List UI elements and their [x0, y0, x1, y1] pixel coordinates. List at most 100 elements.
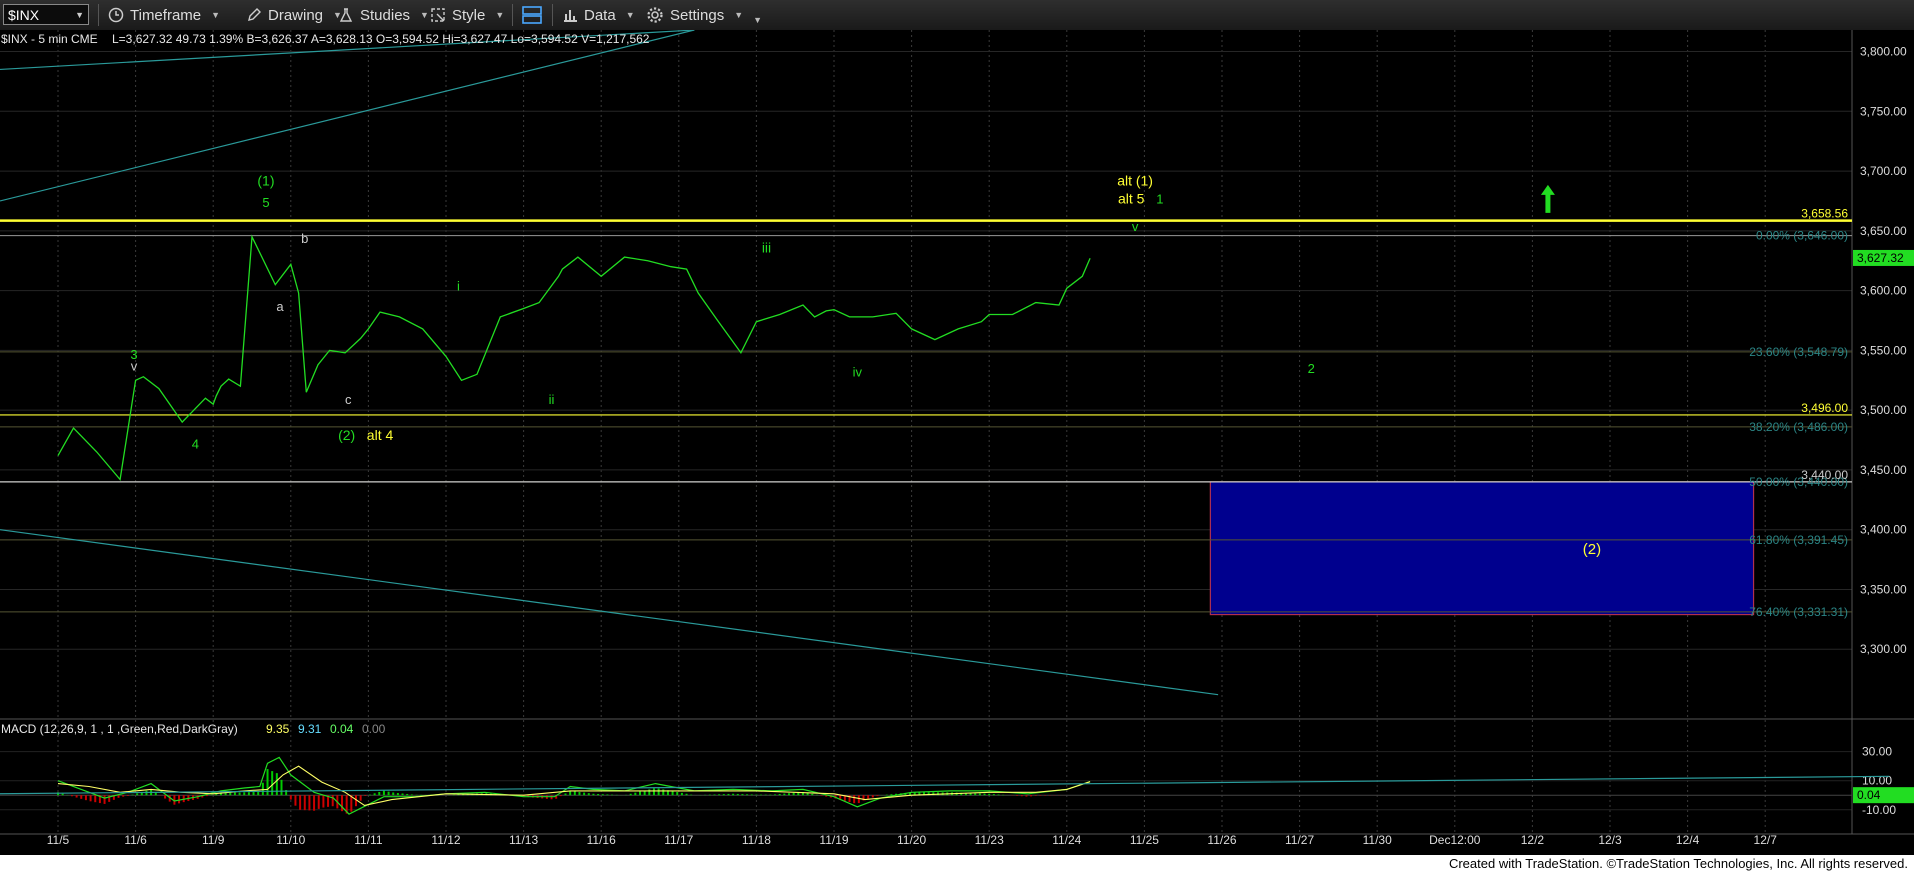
x-tick-label: 11/11 [354, 833, 383, 847]
macd-signal-value: 9.31 [298, 722, 322, 736]
pencil-icon [248, 8, 261, 21]
toolbar-separator [512, 4, 513, 26]
y-tick-label: 3,550.00 [1860, 343, 1907, 357]
settings-label: Settings [670, 6, 725, 24]
drawing-menu[interactable]: Drawing ▼ [246, 0, 342, 30]
drawing-label: Drawing [268, 6, 324, 24]
wave-label: alt 5 [1118, 190, 1145, 206]
studies-label: Studies [360, 6, 411, 24]
wave-label: alt 4 [367, 427, 394, 443]
y-tick-label: 3,300.00 [1860, 642, 1907, 656]
x-tick-label: 11/27 [1285, 833, 1314, 847]
caret-down-icon: ▼ [625, 10, 635, 20]
x-tick-label: 12/3 [1598, 833, 1622, 847]
chevron-down-icon[interactable]: ▼ [75, 10, 84, 20]
macd-value: 9.35 [266, 722, 290, 736]
wave-label: (1) [257, 172, 274, 188]
y-tick-label: 3,500.00 [1860, 403, 1907, 417]
fib-label: 76.40% (3,331.31) [1749, 605, 1848, 619]
wave-label: a [276, 299, 284, 314]
y-tick-label: 3,600.00 [1860, 284, 1907, 298]
wave-label: iv [853, 365, 863, 380]
wave-label: v [1132, 219, 1139, 234]
y-tick-label: 3,450.00 [1860, 463, 1907, 477]
wave-label: b [301, 231, 308, 246]
settings-menu[interactable]: Settings ▼ ▼ [646, 0, 762, 30]
y-tick-label: 3,750.00 [1860, 104, 1907, 118]
chart-title: $INX - 5 min CME [1, 32, 98, 46]
price-stats: L=3,627.32 49.73 1.39% B=3,626.37 A=3,62… [112, 32, 650, 46]
wave-label: (2) [338, 427, 355, 443]
data-label: Data [584, 6, 616, 24]
y-tick-label: 3,700.00 [1860, 164, 1907, 178]
bar-chart-icon [564, 10, 577, 22]
layout-button[interactable] [522, 0, 542, 30]
fib-label: 23.60% (3,548.79) [1749, 345, 1848, 359]
last-price-label: 3,627.32 [1857, 251, 1904, 265]
macd-tick-label: 30.00 [1862, 745, 1892, 759]
y-tick-label: 3,400.00 [1860, 523, 1907, 537]
macd-last-label: 0.04 [1857, 788, 1881, 802]
studies-menu[interactable]: Studies ▼ [338, 0, 429, 30]
level-label: 3,440.00 [1801, 468, 1848, 482]
macd-diff-value: 0.04 [330, 722, 354, 736]
timeframe-menu[interactable]: Timeframe ▼ [108, 0, 220, 30]
style-icon [431, 8, 445, 22]
fib-label: 0.00% (3,646.00) [1756, 229, 1848, 243]
style-menu[interactable]: Style ▼ [430, 0, 504, 30]
fib-label: 61.80% (3,391.45) [1749, 533, 1848, 547]
y-tick-label: 3,800.00 [1860, 45, 1907, 59]
x-tick-label: Dec12:00 [1429, 833, 1481, 847]
x-tick-label: 12/7 [1754, 833, 1778, 847]
caret-down-icon: ▼ [495, 10, 505, 20]
x-tick-label: 11/6 [124, 833, 147, 847]
x-tick-label: 11/16 [587, 833, 616, 847]
target-box-label: (2) [1583, 541, 1601, 558]
style-label: Style [452, 6, 486, 24]
toolbar-overflow-icon[interactable]: ▼ [753, 15, 762, 25]
chart-area: 11/5 11/6 11/9 11/10 11/11 11/12 11/13 11/16 11/… [0, 30, 1914, 855]
macd-zero-value: 0.00 [362, 722, 386, 736]
x-tick-label: 11/26 [1207, 833, 1236, 847]
y-tick-label: 3,650.00 [1860, 224, 1907, 238]
toolbar-separator [98, 4, 99, 26]
wave-label: i [457, 279, 460, 294]
wave-label: ii [549, 392, 555, 407]
caret-down-icon: ▼ [211, 10, 221, 20]
wave-label: c [345, 392, 352, 407]
wave-label: iii [762, 239, 771, 255]
x-tick-label: 11/24 [1052, 833, 1081, 847]
caret-down-icon: ▼ [734, 10, 744, 20]
caret-down-icon: ▼ [420, 10, 429, 20]
x-tick-label: 11/18 [742, 833, 771, 847]
layout-icon [522, 6, 542, 24]
x-tick-label: 11/9 [202, 833, 225, 847]
x-tick-label: 11/30 [1363, 833, 1392, 847]
wave-label: 4 [192, 436, 199, 451]
data-menu[interactable]: Data ▼ [562, 0, 635, 30]
x-tick-label: 11/17 [664, 833, 693, 847]
footer-credit: Created with TradeStation. ©TradeStation… [0, 855, 1914, 873]
fib-label: 38.20% (3,486.00) [1749, 420, 1848, 434]
wave-label: alt (1) [1117, 172, 1153, 188]
timeframe-label: Timeframe [130, 6, 202, 24]
macd-label: MACD (12,26,9, 1 , 1 ,Green,Red,DarkGray… [1, 722, 238, 736]
y-tick-label: 3,350.00 [1860, 582, 1907, 596]
wave-label: 5 [262, 195, 269, 210]
symbol-input[interactable]: $INX ▼ [3, 4, 89, 25]
x-tick-label: 11/12 [431, 833, 460, 847]
x-tick-label: 11/23 [975, 833, 1004, 847]
gear-icon [647, 7, 663, 23]
x-tick-label: 11/5 [47, 833, 70, 847]
x-tick-label: 11/10 [276, 833, 305, 847]
x-tick-label: 11/13 [509, 833, 538, 847]
symbol-value: $INX [8, 7, 40, 23]
x-tick-label: 11/25 [1130, 833, 1159, 847]
toolbar: $INX ▼ Timeframe ▼ Drawing ▼ Studies ▼ Styl… [0, 0, 1914, 31]
level-label: 3,496.00 [1801, 401, 1848, 415]
x-tick-label: 12/4 [1676, 833, 1700, 847]
wave-label: v [131, 359, 138, 374]
x-tick-label: 11/19 [819, 833, 848, 847]
target-box [1209, 481, 1755, 616]
clock-icon [108, 7, 124, 23]
